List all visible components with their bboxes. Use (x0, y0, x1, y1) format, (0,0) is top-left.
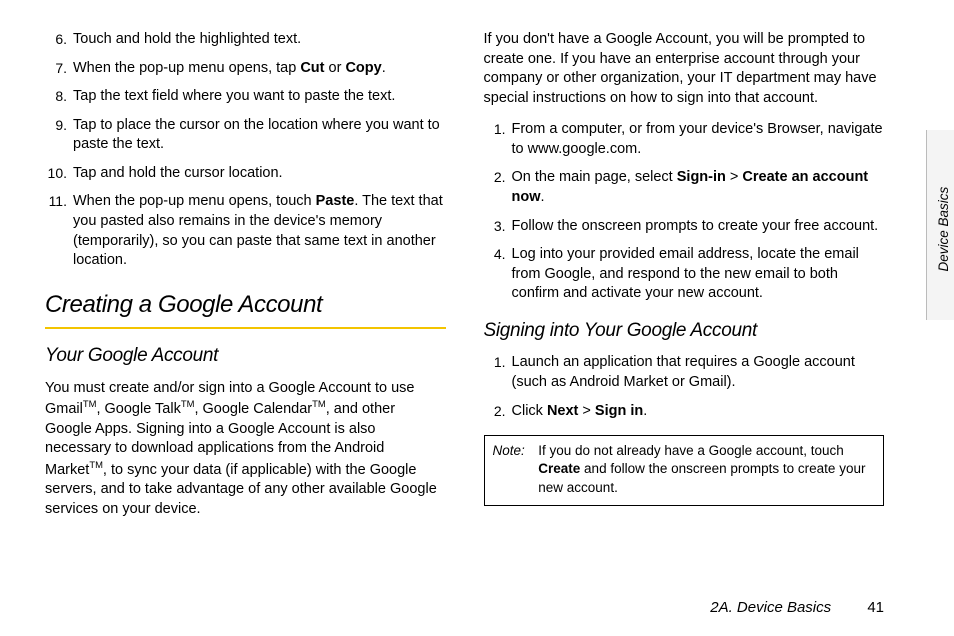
step-number: 7. (45, 59, 67, 78)
step-number: 2. (484, 402, 506, 421)
note-label: Note: (493, 442, 535, 460)
step-number: 4. (484, 245, 506, 264)
step-number: 10. (45, 164, 67, 183)
step-number: 8. (45, 87, 67, 106)
step-item: 2. Click Next > Sign in. (484, 402, 885, 422)
step-text: Tap the text field where you want to pas… (73, 87, 446, 107)
note-text: If you do not already have a Google acco… (538, 442, 873, 497)
step-item: 7. When the pop-up menu opens, tap Cut or… (45, 59, 446, 79)
step-number: 1. (484, 120, 506, 139)
step-item: 4. Log into your provided email address, … (484, 245, 885, 304)
side-tab: Device Basics (926, 130, 954, 320)
step-item: 8. Tap the text field where you want to p… (45, 87, 446, 107)
steps-list-c: 1. Launch an application that requires a … (484, 353, 885, 421)
section-heading: Creating a Google Account (45, 289, 446, 321)
heading-underline (45, 327, 446, 329)
body-paragraph: If you don't have a Google Account, you … (484, 30, 885, 108)
step-item: 9. Tap to place the cursor on the locatio… (45, 116, 446, 155)
side-tab-label: Device Basics (935, 184, 953, 274)
step-number: 11. (45, 192, 67, 211)
step-item: 10. Tap and hold the cursor location. (45, 164, 446, 184)
step-text: Tap to place the cursor on the location … (73, 116, 446, 155)
step-text: Log into your provided email address, lo… (512, 245, 885, 304)
step-text: On the main page, select Sign-in > Creat… (512, 168, 885, 207)
step-number: 3. (484, 217, 506, 236)
footer-section-label: 2A. Device Basics (710, 599, 831, 616)
step-item: 1. From a computer, or from your device's… (484, 120, 885, 159)
step-item: 3. Follow the onscreen prompts to create … (484, 217, 885, 237)
body-paragraph: You must create and/or sign into a Googl… (45, 379, 446, 520)
step-item: 2. On the main page, select Sign-in > Cre… (484, 168, 885, 207)
steps-list-b: 1. From a computer, or from your device's… (484, 120, 885, 304)
subheading-your-account: Your Google Account (45, 343, 446, 369)
step-text: From a computer, or from your device's B… (512, 120, 885, 159)
note-box: Note: If you do not already have a Googl… (484, 435, 885, 506)
step-item: 1. Launch an application that requires a … (484, 353, 885, 392)
subheading-signing-in: Signing into Your Google Account (484, 318, 885, 344)
two-column-layout: 6. Touch and hold the highlighted text. 7… (45, 30, 884, 560)
step-number: 1. (484, 353, 506, 372)
step-number: 6. (45, 30, 67, 49)
step-text: Tap and hold the cursor location. (73, 164, 446, 184)
step-item: 11. When the pop-up menu opens, touch Pas… (45, 192, 446, 270)
step-text: Touch and hold the highlighted text. (73, 30, 446, 50)
footer-page-number: 41 (867, 599, 884, 616)
steps-list-a: 6. Touch and hold the highlighted text. 7… (45, 30, 446, 271)
step-item: 6. Touch and hold the highlighted text. (45, 30, 446, 50)
step-text: When the pop-up menu opens, touch Paste.… (73, 192, 446, 270)
step-text: Click Next > Sign in. (512, 402, 885, 422)
step-number: 9. (45, 116, 67, 135)
page-footer: 2A. Device Basics 41 (710, 598, 884, 618)
step-number: 2. (484, 168, 506, 187)
step-text: Follow the onscreen prompts to create yo… (512, 217, 885, 237)
step-text: Launch an application that requires a Go… (512, 353, 885, 392)
step-text: When the pop-up menu opens, tap Cut or C… (73, 59, 446, 79)
